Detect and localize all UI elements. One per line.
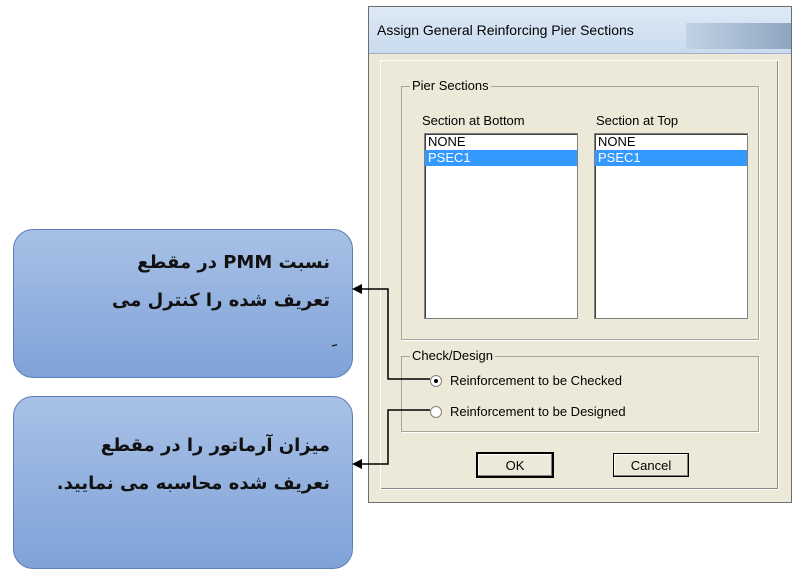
arrow-left-icon — [352, 284, 362, 294]
connector-designed-line — [360, 409, 430, 465]
connector-checked-line — [360, 288, 430, 380]
callout-connectors — [352, 284, 430, 469]
arrow-left-icon — [352, 459, 362, 469]
